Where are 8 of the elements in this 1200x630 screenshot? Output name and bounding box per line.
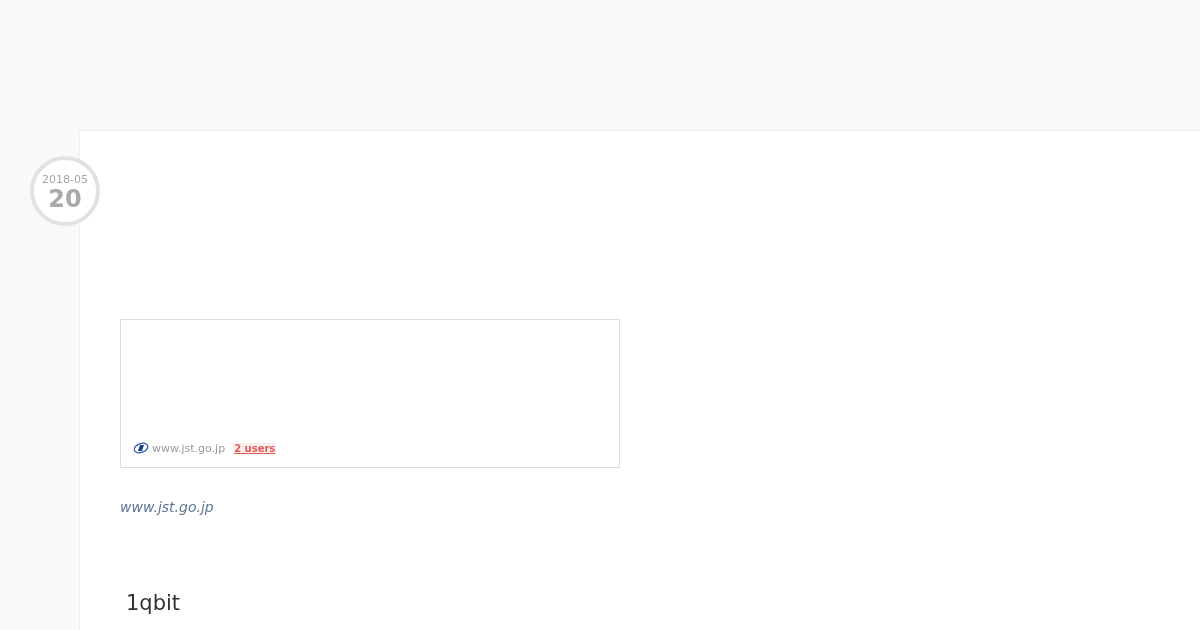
logo-icon	[133, 441, 149, 455]
date-year-month: 2018-05	[42, 172, 88, 186]
source-link[interactable]: www.jst.go.jp	[120, 499, 214, 515]
site-domain: www.jst.go.jp	[152, 441, 226, 455]
section-heading: 1qbit	[126, 590, 182, 616]
users-count-link[interactable]: 2 users	[233, 442, 277, 454]
date-day: 20	[48, 185, 82, 212]
link-preview-card[interactable]: www.jst.go.jp 2 users	[120, 319, 620, 468]
